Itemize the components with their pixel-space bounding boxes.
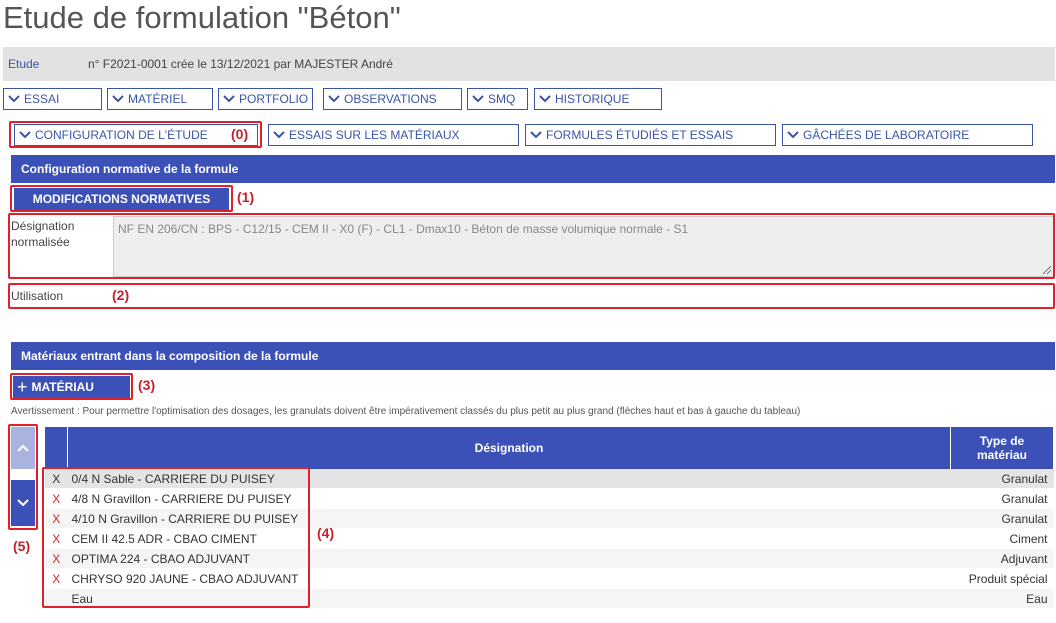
config-section-header: Configuration normative de la formule xyxy=(11,155,1055,183)
annotation-label-5: (5) xyxy=(13,538,31,554)
etude-info: n° F2021-0001 crée le 13/12/2021 par MAJ… xyxy=(88,57,393,71)
annotation-box-designation xyxy=(8,213,1055,279)
annotation-box-3 xyxy=(10,373,133,400)
annotation-box-5 xyxy=(8,424,38,530)
row-type: Granulat xyxy=(950,508,1054,529)
subtab-formules[interactable]: FORMULES ÉTUDIÉS ET ESSAIS xyxy=(525,124,776,146)
annotation-box-0 xyxy=(9,121,262,148)
tab-label: MATÉRIEL xyxy=(128,92,188,106)
annotation-label-3: (3) xyxy=(138,377,156,393)
tab-label: SMQ xyxy=(488,92,516,106)
annotation-label-2: (2) xyxy=(112,287,130,303)
etude-link[interactable]: Etude xyxy=(8,57,39,71)
tab-portfolio[interactable]: PORTFOLIO xyxy=(218,88,313,110)
tab-label: ESSAI xyxy=(24,92,60,106)
row-type: Adjuvant xyxy=(950,548,1054,569)
materials-section-header: Matériaux entrant dans la composition de… xyxy=(11,342,1055,370)
chevron-down-icon xyxy=(787,131,801,139)
chevron-down-icon xyxy=(530,131,544,139)
chevron-down-icon xyxy=(112,95,126,103)
annotation-box-4 xyxy=(42,467,310,608)
tab-essai[interactable]: ESSAI xyxy=(3,88,102,110)
chevron-down-icon xyxy=(8,95,22,103)
chevron-down-icon xyxy=(328,95,342,103)
subtab-label: GÂCHÉES DE LABORATOIRE xyxy=(803,128,970,142)
header-type-line1: Type de xyxy=(979,434,1025,448)
header-type-line2: matériau xyxy=(976,448,1028,462)
tab-materiel[interactable]: MATÉRIEL xyxy=(107,88,213,110)
tab-label: HISTORIQUE xyxy=(555,92,630,106)
subtab-gachees[interactable]: GÂCHÉES DE LABORATOIRE xyxy=(782,124,1033,146)
annotation-box-1 xyxy=(10,185,233,212)
row-type: Eau xyxy=(950,588,1054,609)
chevron-down-icon xyxy=(223,95,237,103)
tab-observations[interactable]: OBSERVATIONS xyxy=(323,88,462,110)
page-title: Etude de formulation "Béton" xyxy=(3,0,401,35)
tab-historique[interactable]: HISTORIQUE xyxy=(534,88,662,110)
row-type: Ciment xyxy=(950,528,1054,549)
chevron-down-icon xyxy=(472,95,486,103)
header-designation: Désignation xyxy=(67,427,951,469)
row-type: Granulat xyxy=(950,488,1054,509)
table-header-row: Désignation Type de matériau xyxy=(45,427,1054,469)
subtab-essais-materiaux[interactable]: ESSAIS SUR LES MATÉRIAUX xyxy=(268,124,519,146)
tab-smq[interactable]: SMQ xyxy=(467,88,528,110)
row-type: Granulat xyxy=(950,469,1054,489)
annotation-label-4: (4) xyxy=(317,525,335,541)
row-type: Produit spécial xyxy=(950,568,1054,589)
subtab-label: FORMULES ÉTUDIÉS ET ESSAIS xyxy=(546,128,734,142)
annotation-label-0: (0) xyxy=(231,126,249,142)
tab-label: OBSERVATIONS xyxy=(344,92,437,106)
warning-text: Avertissement : Pour permettre l'optimis… xyxy=(11,406,801,417)
subtab-label: ESSAIS SUR LES MATÉRIAUX xyxy=(289,128,460,142)
annotation-box-2 xyxy=(8,283,1055,309)
chevron-down-icon xyxy=(539,95,553,103)
header-delete-col xyxy=(45,427,68,469)
tab-label: PORTFOLIO xyxy=(239,92,309,106)
etude-bar: Etude n° F2021-0001 crée le 13/12/2021 p… xyxy=(3,47,1055,81)
chevron-down-icon xyxy=(273,131,287,139)
header-type: Type de matériau xyxy=(950,427,1054,469)
annotation-label-1: (1) xyxy=(237,189,255,205)
